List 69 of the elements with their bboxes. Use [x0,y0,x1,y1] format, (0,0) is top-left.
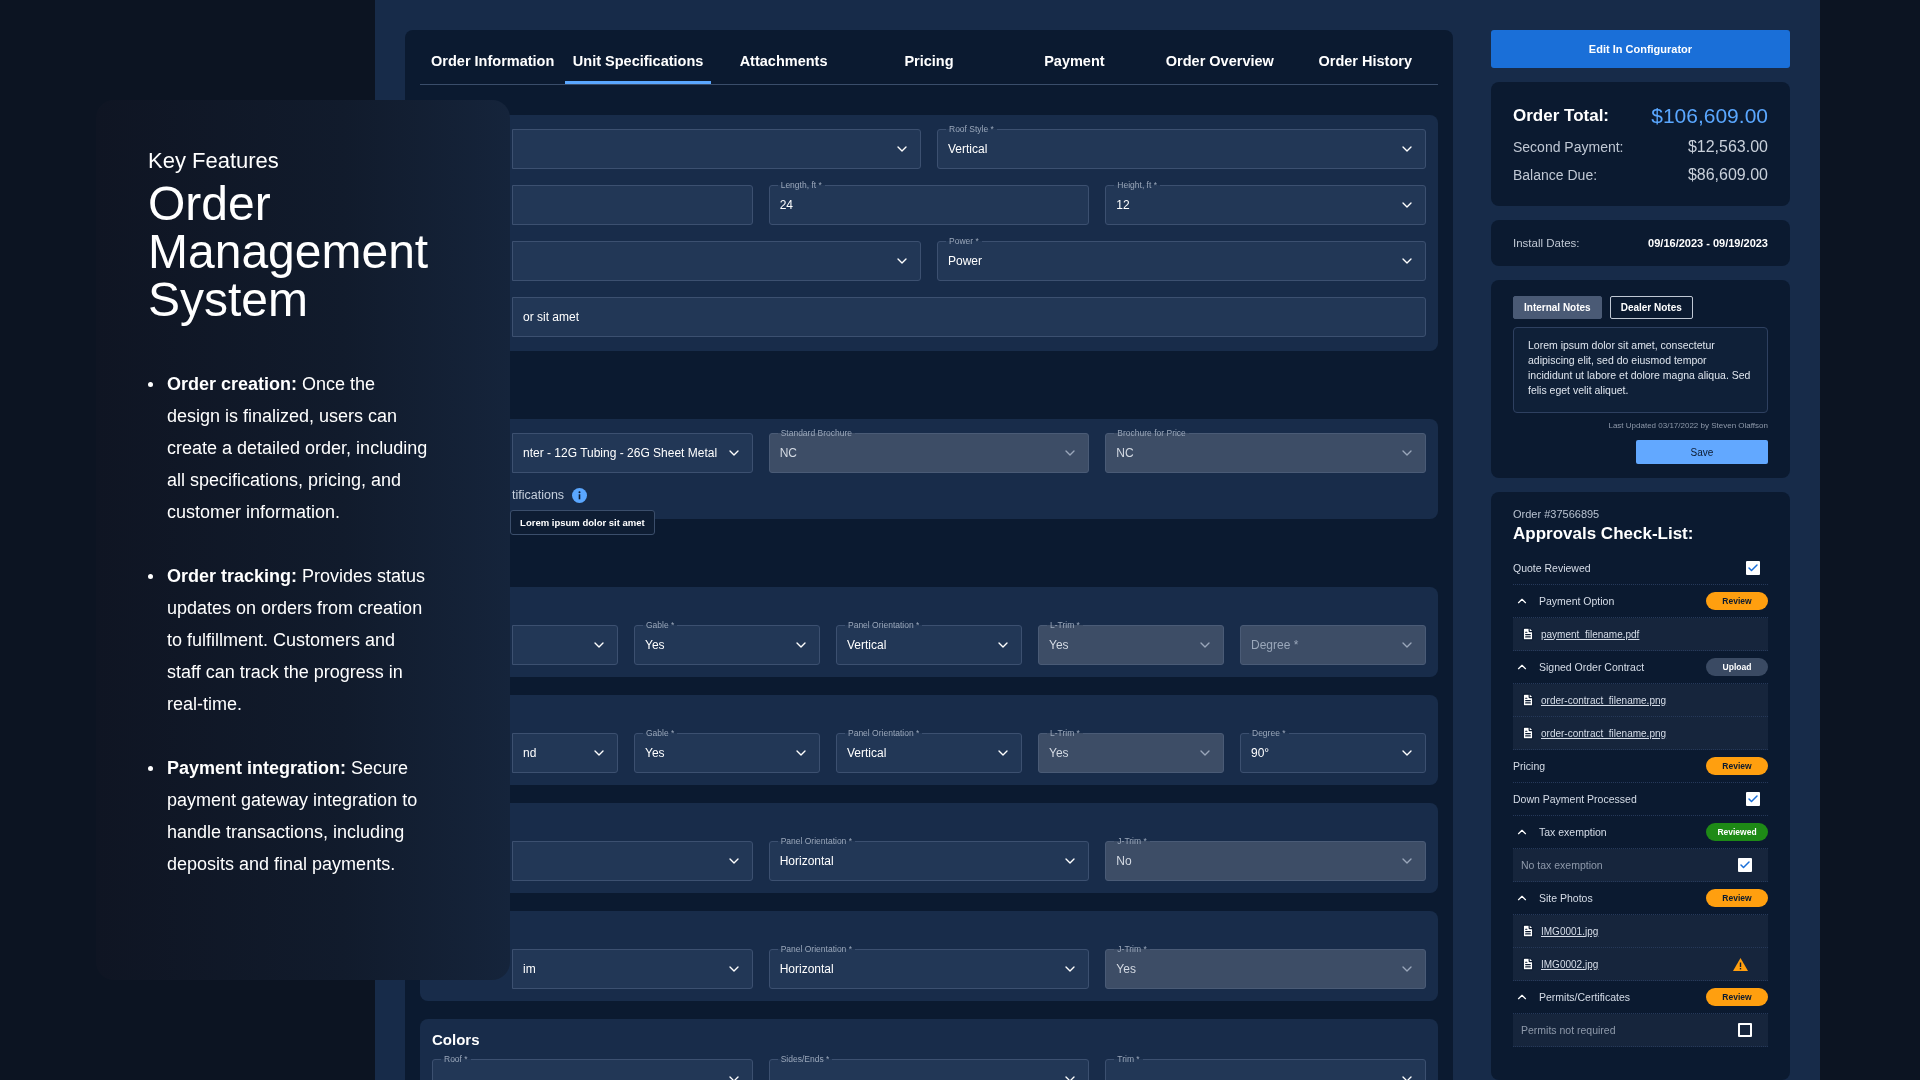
total-label: Order Total: [1513,106,1610,126]
status-badge[interactable]: Upload [1706,658,1768,676]
order-number: Order #37566895 [1513,508,1601,520]
install-dates: 09/16/2023 - 09/19/2023 [1648,237,1768,249]
bullet-dot [148,766,153,771]
checklist-label: Quote Reviewed [1513,562,1592,574]
info-icon[interactable] [572,487,588,503]
total-amount: $12,563.00 [1687,138,1768,156]
checklist-label: Tax exemption [1539,826,1608,838]
select-field[interactable]: im [512,949,753,989]
tab[interactable]: Payment [1001,40,1148,84]
tab[interactable]: Attachments [710,40,857,84]
feature-bullet: Order tracking: Provides status updates on orders from creation to fulfillment. Customers and staff can track the progress in real-time. [167,565,427,716]
status-badge[interactable]: Review [1706,889,1768,907]
install-label: Install Dates: [1513,237,1580,249]
checkbox[interactable] [1746,561,1760,575]
checklist-label: Permits/Certificates [1539,991,1632,1003]
status-badge[interactable]: Review [1706,988,1768,1006]
edit-in-configurator-button[interactable]: Edit In Configurator [1491,30,1790,68]
last-updated-text: Last Updated 03/17/2022 by Steven Olaffson [1607,421,1768,430]
checklist-label: Pricing [1513,760,1547,772]
select-field[interactable] [512,129,921,169]
total-label: Second Payment: [1513,139,1624,155]
feature-bullet: Payment integration: Secure payment gateway integration to handle transactions, including deposits and final payments. [167,757,419,876]
total-label: Balance Due: [1513,167,1598,183]
select-field[interactable] [512,625,618,665]
input-field[interactable]: or sit amet [512,297,1426,337]
checklist-label: No tax exemption [1521,859,1604,871]
card-title: Order Management System [148,180,430,324]
notes-tab[interactable]: Dealer Notes [1609,296,1693,319]
document-icon [1521,627,1535,641]
field-label: tifications [512,488,565,502]
checklist-label: Payment Option [1539,595,1616,607]
checklist-label: Signed Order Contract [1539,661,1646,673]
tooltip: Lorem ipsum dolor sit amet [510,509,655,535]
select-field[interactable] [512,241,921,281]
checkbox[interactable] [1738,858,1752,872]
notes-tab[interactable]: Internal Notes [1513,296,1602,319]
tab[interactable]: Pricing [856,40,1002,84]
checklist-label: Site Photos [1539,892,1594,904]
tab[interactable]: Order History [1292,40,1438,84]
checkbox[interactable] [1738,1023,1752,1037]
tab[interactable]: Unit Specifications [565,40,711,84]
status-badge[interactable]: Review [1706,592,1768,610]
tab[interactable]: Order Overview [1147,40,1293,84]
total-amount: $106,609.00 [1651,104,1768,128]
select-field[interactable]: nd [512,733,618,773]
tab[interactable]: Order Information [420,40,566,84]
bullet-dot [148,574,153,579]
checklist-label: Down Payment Processed [1513,793,1638,805]
bullet-dot [148,382,153,387]
status-badge[interactable]: Review [1706,757,1768,775]
select-field[interactable] [512,841,753,881]
save-button[interactable]: Save [1636,440,1768,464]
document-icon [1521,957,1535,971]
section-title: Colors [432,1031,481,1050]
checklist-label: Permits not required [1521,1024,1617,1036]
select-field[interactable]: nter - 12G Tubing - 26G Sheet Metal [512,433,753,473]
status-badge[interactable]: Reviewed [1706,823,1768,841]
document-icon [1521,924,1535,938]
checkbox[interactable] [1746,792,1760,806]
input-field[interactable] [512,185,753,225]
feature-bullet: Order creation: Once the design is finalized, users can create a detailed order, including all specifications, pricing, and customer information. [167,373,429,524]
checklist-title: Approvals Check-List: [1513,524,1695,544]
total-amount: $86,609.00 [1687,166,1768,184]
notes-text[interactable]: Lorem ipsum dolor sit amet, consectetur adipiscing elit, sed do eiusmod tempor incididunt ut labore et dolore magna aliqua. Sed felis eget velit aliquet. [1513,327,1768,413]
document-icon [1521,726,1535,740]
card-eyebrow: Key Features [148,148,280,174]
document-icon [1521,693,1535,707]
